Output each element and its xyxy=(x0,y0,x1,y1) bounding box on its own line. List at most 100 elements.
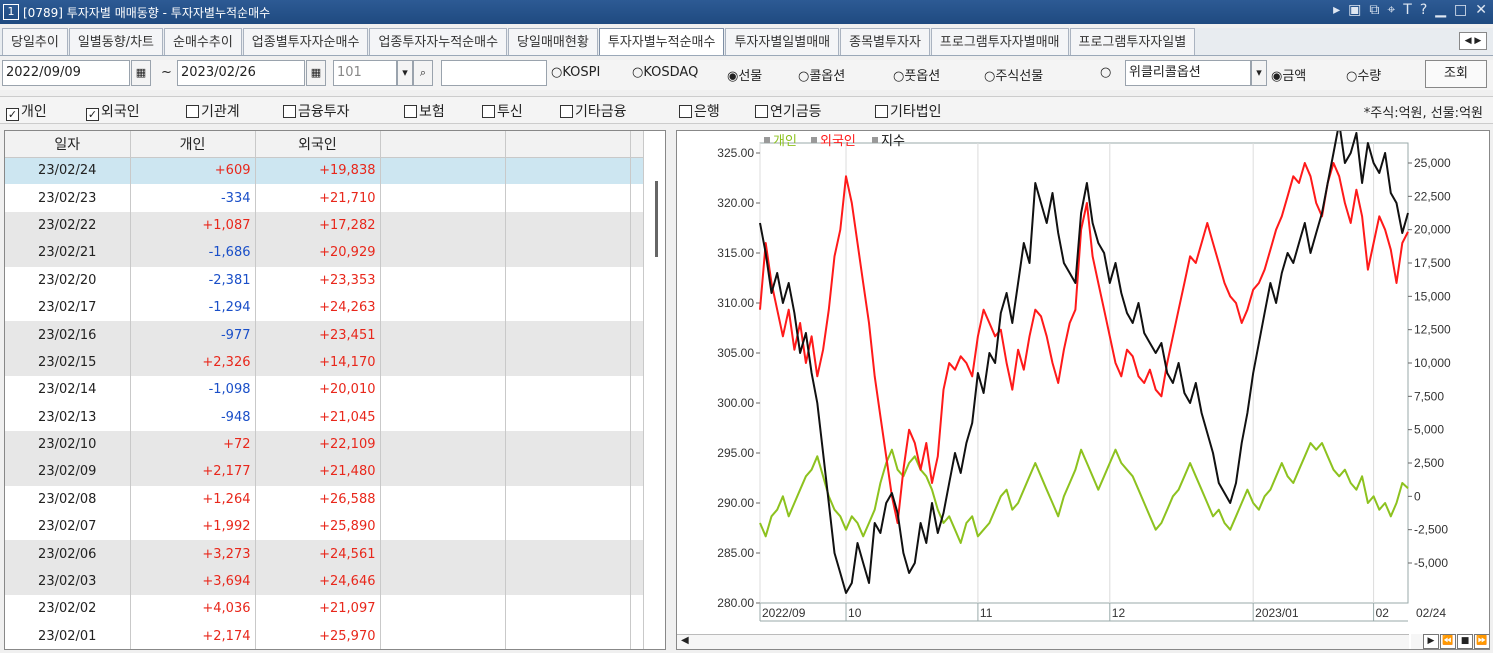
table-row[interactable]: 23/02/17 -1,294 +24,263 xyxy=(5,293,644,322)
checkbox-investor-4[interactable]: 보험 xyxy=(404,101,445,121)
left-axis-label: 310.00 xyxy=(717,296,754,310)
row-empty xyxy=(630,513,644,541)
radio-call-option[interactable]: ○콜옵션 xyxy=(798,65,845,84)
tab-2[interactable]: 순매수추이 xyxy=(163,28,242,55)
minimize-icon[interactable]: ▁ xyxy=(1435,2,1446,18)
calendar-icon[interactable]: ▦ xyxy=(131,60,151,86)
header-foreign[interactable]: 외국인 xyxy=(255,131,381,158)
tab-7[interactable]: 투자자별일별매매 xyxy=(725,28,840,55)
search-field[interactable] xyxy=(441,60,547,86)
tab-1[interactable]: 일별동향/차트 xyxy=(68,28,163,55)
checkbox-box[interactable] xyxy=(404,105,417,118)
right-axis-label: -2,500 xyxy=(1414,523,1448,537)
tab-8[interactable]: 종목별투자자 xyxy=(840,28,930,55)
tab-0[interactable]: 당일추이 xyxy=(2,28,68,55)
checkbox-box[interactable]: ✓ xyxy=(6,108,19,121)
checkbox-box[interactable] xyxy=(283,105,296,118)
date-to-input[interactable]: 2023/02/26 xyxy=(177,60,305,86)
table-row[interactable]: 23/02/09 +2,177 +21,480 xyxy=(5,458,644,486)
table-row[interactable]: 23/02/23 -334 +21,710 xyxy=(5,184,644,212)
radio-kosdaq[interactable]: ○KOSDAQ xyxy=(632,65,698,80)
chevron-down-icon[interactable]: ▾ xyxy=(1251,60,1267,86)
checkbox-investor-3[interactable]: 금융투자 xyxy=(283,101,350,121)
radio-quantity[interactable]: ○수량 xyxy=(1346,65,1381,84)
checkbox-investor-6[interactable]: 기타금융 xyxy=(560,101,627,121)
checkbox-box[interactable] xyxy=(755,105,768,118)
date-from-input[interactable]: 2022/09/09 xyxy=(2,60,130,86)
checkbox-investor-8[interactable]: 연기금등 xyxy=(755,101,822,121)
checkbox-box[interactable] xyxy=(560,105,573,118)
help-icon[interactable]: ? xyxy=(1420,2,1427,18)
checkbox-investor-0[interactable]: ✓ 개인 xyxy=(6,101,47,121)
checkbox-investor-9[interactable]: 기타법인 xyxy=(875,101,942,121)
right-axis-label: 10,000 xyxy=(1414,356,1451,370)
tab-6[interactable]: 투자자별누적순매수 xyxy=(598,28,725,55)
checkbox-box[interactable] xyxy=(186,105,199,118)
radio-put-option[interactable]: ○풋옵션 xyxy=(893,65,940,84)
checkbox-label: 연기금등 xyxy=(770,104,822,120)
table-row[interactable]: 23/02/16 -977 +23,451 xyxy=(5,321,644,349)
checkbox-label: 투신 xyxy=(497,104,523,120)
checkbox-box[interactable] xyxy=(875,105,888,118)
close-icon[interactable]: ✕ xyxy=(1475,2,1487,18)
checkbox-box[interactable] xyxy=(679,105,692,118)
tab-3[interactable]: 업종별투자자순매수 xyxy=(242,28,369,55)
checkbox-box[interactable]: ✓ xyxy=(86,108,99,121)
table-row[interactable]: 23/02/06 +3,273 +24,561 xyxy=(5,540,644,568)
scrollbar-thumb[interactable] xyxy=(655,181,658,257)
radio-futures[interactable]: ◉선물 xyxy=(727,65,762,84)
calendar-icon[interactable]: ▦ xyxy=(306,60,326,86)
chart-rewind-icon[interactable]: ⏪ xyxy=(1440,634,1456,649)
maximize-icon[interactable]: □ xyxy=(1454,2,1467,18)
font-size-icon[interactable]: T xyxy=(1403,2,1412,18)
chart-horizontal-scrollbar[interactable]: ◀ xyxy=(677,634,1409,649)
tab-scroll-arrows[interactable]: ◀ ▶ xyxy=(1459,32,1487,50)
checkbox-investor-1[interactable]: ✓ 외국인 xyxy=(86,101,140,121)
query-toolbar: 2022/09/09 ▦ ~ 2023/02/26 ▦ 101 ▾ ⌕ ○KOS… xyxy=(0,60,1493,90)
checkbox-investor-5[interactable]: 투신 xyxy=(482,101,523,121)
row-foreign: +21,710 xyxy=(255,184,381,212)
table-row[interactable]: 23/02/15 +2,326 +14,170 xyxy=(5,348,644,377)
window-number-badge: 1 xyxy=(3,4,19,20)
table-row[interactable]: 23/02/02 +4,036 +21,097 xyxy=(5,595,644,623)
table-row[interactable]: 23/02/20 -2,381 +23,353 xyxy=(5,266,644,294)
layout-icon[interactable]: ▣ xyxy=(1348,2,1361,18)
tab-5[interactable]: 당일매매현황 xyxy=(508,28,598,55)
link-icon[interactable]: ⧉ xyxy=(1369,2,1379,18)
radio-amount[interactable]: ◉금액 xyxy=(1271,65,1306,84)
query-button[interactable]: 조회 xyxy=(1425,60,1487,88)
table-row[interactable]: 23/02/08 +1,264 +26,588 xyxy=(5,485,644,514)
checkbox-investor-2[interactable]: 기관계 xyxy=(186,101,240,121)
table-row[interactable]: 23/02/14 -1,098 +20,010 xyxy=(5,376,644,404)
radio-weekly-option[interactable]: ○ xyxy=(1100,65,1111,80)
chart-forward-icon[interactable]: ⏩ xyxy=(1474,634,1489,649)
table-row[interactable]: 23/02/21 -1,686 +20,929 xyxy=(5,239,644,267)
tab-9[interactable]: 프로그램투자자별매매 xyxy=(930,28,1069,55)
tab-10[interactable]: 프로그램투자자일별 xyxy=(1069,28,1196,55)
scroll-left-icon[interactable]: ◀ xyxy=(681,635,689,646)
table-row[interactable]: 23/02/24 +609 +19,838 xyxy=(5,157,644,185)
checkbox-investor-7[interactable]: 은행 xyxy=(679,101,720,121)
menu-arrow-icon[interactable]: ▸ xyxy=(1333,2,1340,18)
table-row[interactable]: 23/02/10 +72 +22,109 xyxy=(5,430,644,459)
chart-next-icon[interactable]: ▶ xyxy=(1423,634,1439,649)
code-input[interactable]: 101 xyxy=(333,60,397,86)
table-row[interactable]: 23/02/07 +1,992 +25,890 xyxy=(5,513,644,541)
header-individual[interactable]: 개인 xyxy=(130,131,256,158)
table-row[interactable]: 23/02/03 +3,694 +24,646 xyxy=(5,567,644,596)
table-row[interactable]: 23/02/01 +2,174 +25,970 xyxy=(5,622,644,649)
search-icon[interactable]: ⌕ xyxy=(413,60,433,86)
radio-kospi[interactable]: ○KOSPI xyxy=(551,65,600,80)
table-row[interactable]: 23/02/22 +1,087 +17,282 xyxy=(5,211,644,240)
chart-stop-icon[interactable]: ■ xyxy=(1457,634,1473,649)
checkbox-box[interactable] xyxy=(482,105,495,118)
grid-vertical-scrollbar[interactable] xyxy=(649,157,665,649)
radio-stock-futures[interactable]: ○주식선물 xyxy=(984,65,1043,84)
weekly-option-select[interactable]: 위클리콜옵션 xyxy=(1125,60,1251,86)
table-row[interactable]: 23/02/13 -948 +21,045 xyxy=(5,403,644,431)
tab-4[interactable]: 업종투자자누적순매수 xyxy=(369,28,508,55)
row-empty xyxy=(630,239,644,267)
header-date[interactable]: 일자 xyxy=(5,131,131,158)
pin-icon[interactable]: ⌖ xyxy=(1387,2,1395,18)
chevron-down-icon[interactable]: ▾ xyxy=(397,60,413,86)
